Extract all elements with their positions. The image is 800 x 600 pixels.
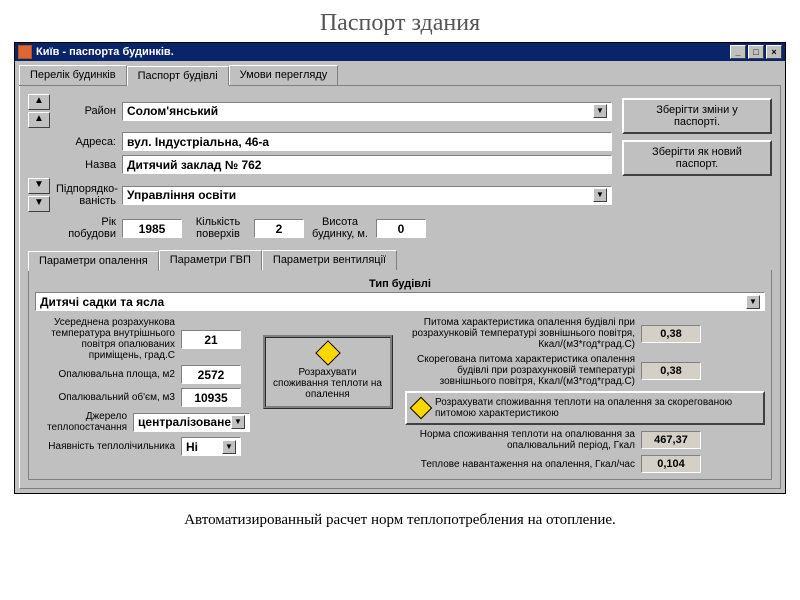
avg-temp-label: Усереднена розрахункова температура внут… <box>35 317 175 361</box>
name-label: Назва <box>56 159 116 171</box>
norm-label: Норма споживання теплоти на опалювання з… <box>405 429 635 451</box>
page-title: Паспорт здания <box>0 0 800 42</box>
building-type-label: Тип будівлі <box>35 278 765 290</box>
building-type-value: Дитячі садки та ясла <box>40 295 164 309</box>
source-select[interactable]: централізоване▼ <box>133 413 250 432</box>
window-title: Київ - паспорта будинків. <box>36 46 174 58</box>
passport-panel: ▲ ▲ Район Солом'янський ▼ Адреса: вул. І… <box>19 86 781 489</box>
year-label: Рік побудови <box>56 216 116 240</box>
district-value: Солом'янський <box>127 104 218 118</box>
close-button[interactable]: × <box>766 45 782 59</box>
load-label: Теплове навантаження на опалення, Гкал/ч… <box>405 459 635 470</box>
height-input[interactable]: 0 <box>376 219 426 238</box>
maximize-button[interactable]: □ <box>748 45 764 59</box>
area-label: Опалювальна площа, м2 <box>35 369 175 380</box>
corrected-value: 0,38 <box>641 362 701 380</box>
norm-value: 467,37 <box>641 431 701 449</box>
dropdown-icon[interactable]: ▼ <box>231 415 245 429</box>
tab-ventilation-params[interactable]: Параметри вентиляції <box>262 250 397 270</box>
name-input[interactable]: Дитячий заклад № 762 <box>122 155 612 174</box>
calculate-button[interactable]: Розрахувати споживання теплоти на опален… <box>263 335 393 409</box>
volume-input[interactable]: 10935 <box>181 388 241 407</box>
source-label: Джерело теплопостачання <box>35 411 127 433</box>
subordination-label: Підпорядко- ваність <box>56 183 116 207</box>
source-value: централізоване <box>138 415 231 429</box>
nav-next-button[interactable]: ▼ <box>28 178 50 194</box>
tab-heating-params[interactable]: Параметри опалення <box>28 251 159 271</box>
district-select[interactable]: Солом'янський ▼ <box>122 102 612 121</box>
calc-btn-label: Розрахувати споживання теплоти на опален… <box>273 367 382 400</box>
specific-value: 0,38 <box>641 325 701 343</box>
address-label: Адреса: <box>56 136 116 148</box>
nav-last-button[interactable]: ▼ <box>28 196 50 212</box>
volume-label: Опалювальний об'єм, м3 <box>35 392 175 403</box>
tab-building-passport[interactable]: Паспорт будівлі <box>127 66 229 86</box>
area-input[interactable]: 2572 <box>181 365 241 384</box>
main-tabs: Перелік будинків Паспорт будівлі Умови п… <box>19 65 781 86</box>
app-window: Київ - паспорта будинків. _ □ × Перелік … <box>14 42 786 494</box>
tab-view-conditions[interactable]: Умови перегляду <box>229 65 339 85</box>
meter-value: Ні <box>186 440 198 454</box>
meter-select[interactable]: Ні ▼ <box>181 437 241 456</box>
titlebar: Київ - паспорта будинків. _ □ × <box>15 43 785 61</box>
load-value: 0,104 <box>641 455 701 473</box>
param-tabs: Параметри опалення Параметри ГВП Парамет… <box>28 250 772 270</box>
dropdown-icon[interactable]: ▼ <box>222 440 236 454</box>
tab-building-list[interactable]: Перелік будинків <box>19 65 127 85</box>
dropdown-icon[interactable]: ▼ <box>593 188 607 202</box>
dropdown-icon[interactable]: ▼ <box>593 104 607 118</box>
app-icon <box>18 45 32 59</box>
arrow-down-icon <box>410 397 433 420</box>
tab-hotwater-params[interactable]: Параметри ГВП <box>159 250 262 270</box>
address-input[interactable]: вул. Індустріальна, 46-а <box>122 132 612 151</box>
recalculate-button[interactable]: Розрахувати споживання теплоти на опален… <box>405 391 765 425</box>
minimize-button[interactable]: _ <box>730 45 746 59</box>
subordination-select[interactable]: Управління освіти ▼ <box>122 186 612 205</box>
subordination-value: Управління освіти <box>127 188 236 202</box>
specific-label: Питома характеристика опалення будівлі п… <box>405 317 635 350</box>
footer-caption: Автоматизированный расчет норм теплопотр… <box>0 512 800 529</box>
arrow-right-icon <box>315 340 340 365</box>
height-label: Висота будинку, м. <box>310 216 370 240</box>
dropdown-icon[interactable]: ▼ <box>746 295 760 309</box>
save-button[interactable]: Зберігти зміни у паспорті. <box>622 98 772 134</box>
nav-prev-button[interactable]: ▲ <box>28 112 50 128</box>
building-type-select[interactable]: Дитячі садки та ясла ▼ <box>35 292 765 311</box>
floors-input[interactable]: 2 <box>254 219 304 238</box>
corrected-label: Скорегована питома характеристика опален… <box>405 354 635 387</box>
save-as-button[interactable]: Зберігти як новий паспорт. <box>622 140 772 176</box>
avg-temp-input[interactable]: 21 <box>181 330 241 349</box>
heating-subpanel: Тип будівлі Дитячі садки та ясла ▼ Усере… <box>28 270 772 480</box>
meter-label: Наявність теплолічильника <box>35 441 175 452</box>
year-input[interactable]: 1985 <box>122 219 182 238</box>
nav-first-button[interactable]: ▲ <box>28 94 50 110</box>
recalc-btn-label: Розрахувати споживання теплоти на опален… <box>435 397 757 419</box>
floors-label: Кількість поверхів <box>188 216 248 240</box>
district-label: Район <box>56 105 116 117</box>
